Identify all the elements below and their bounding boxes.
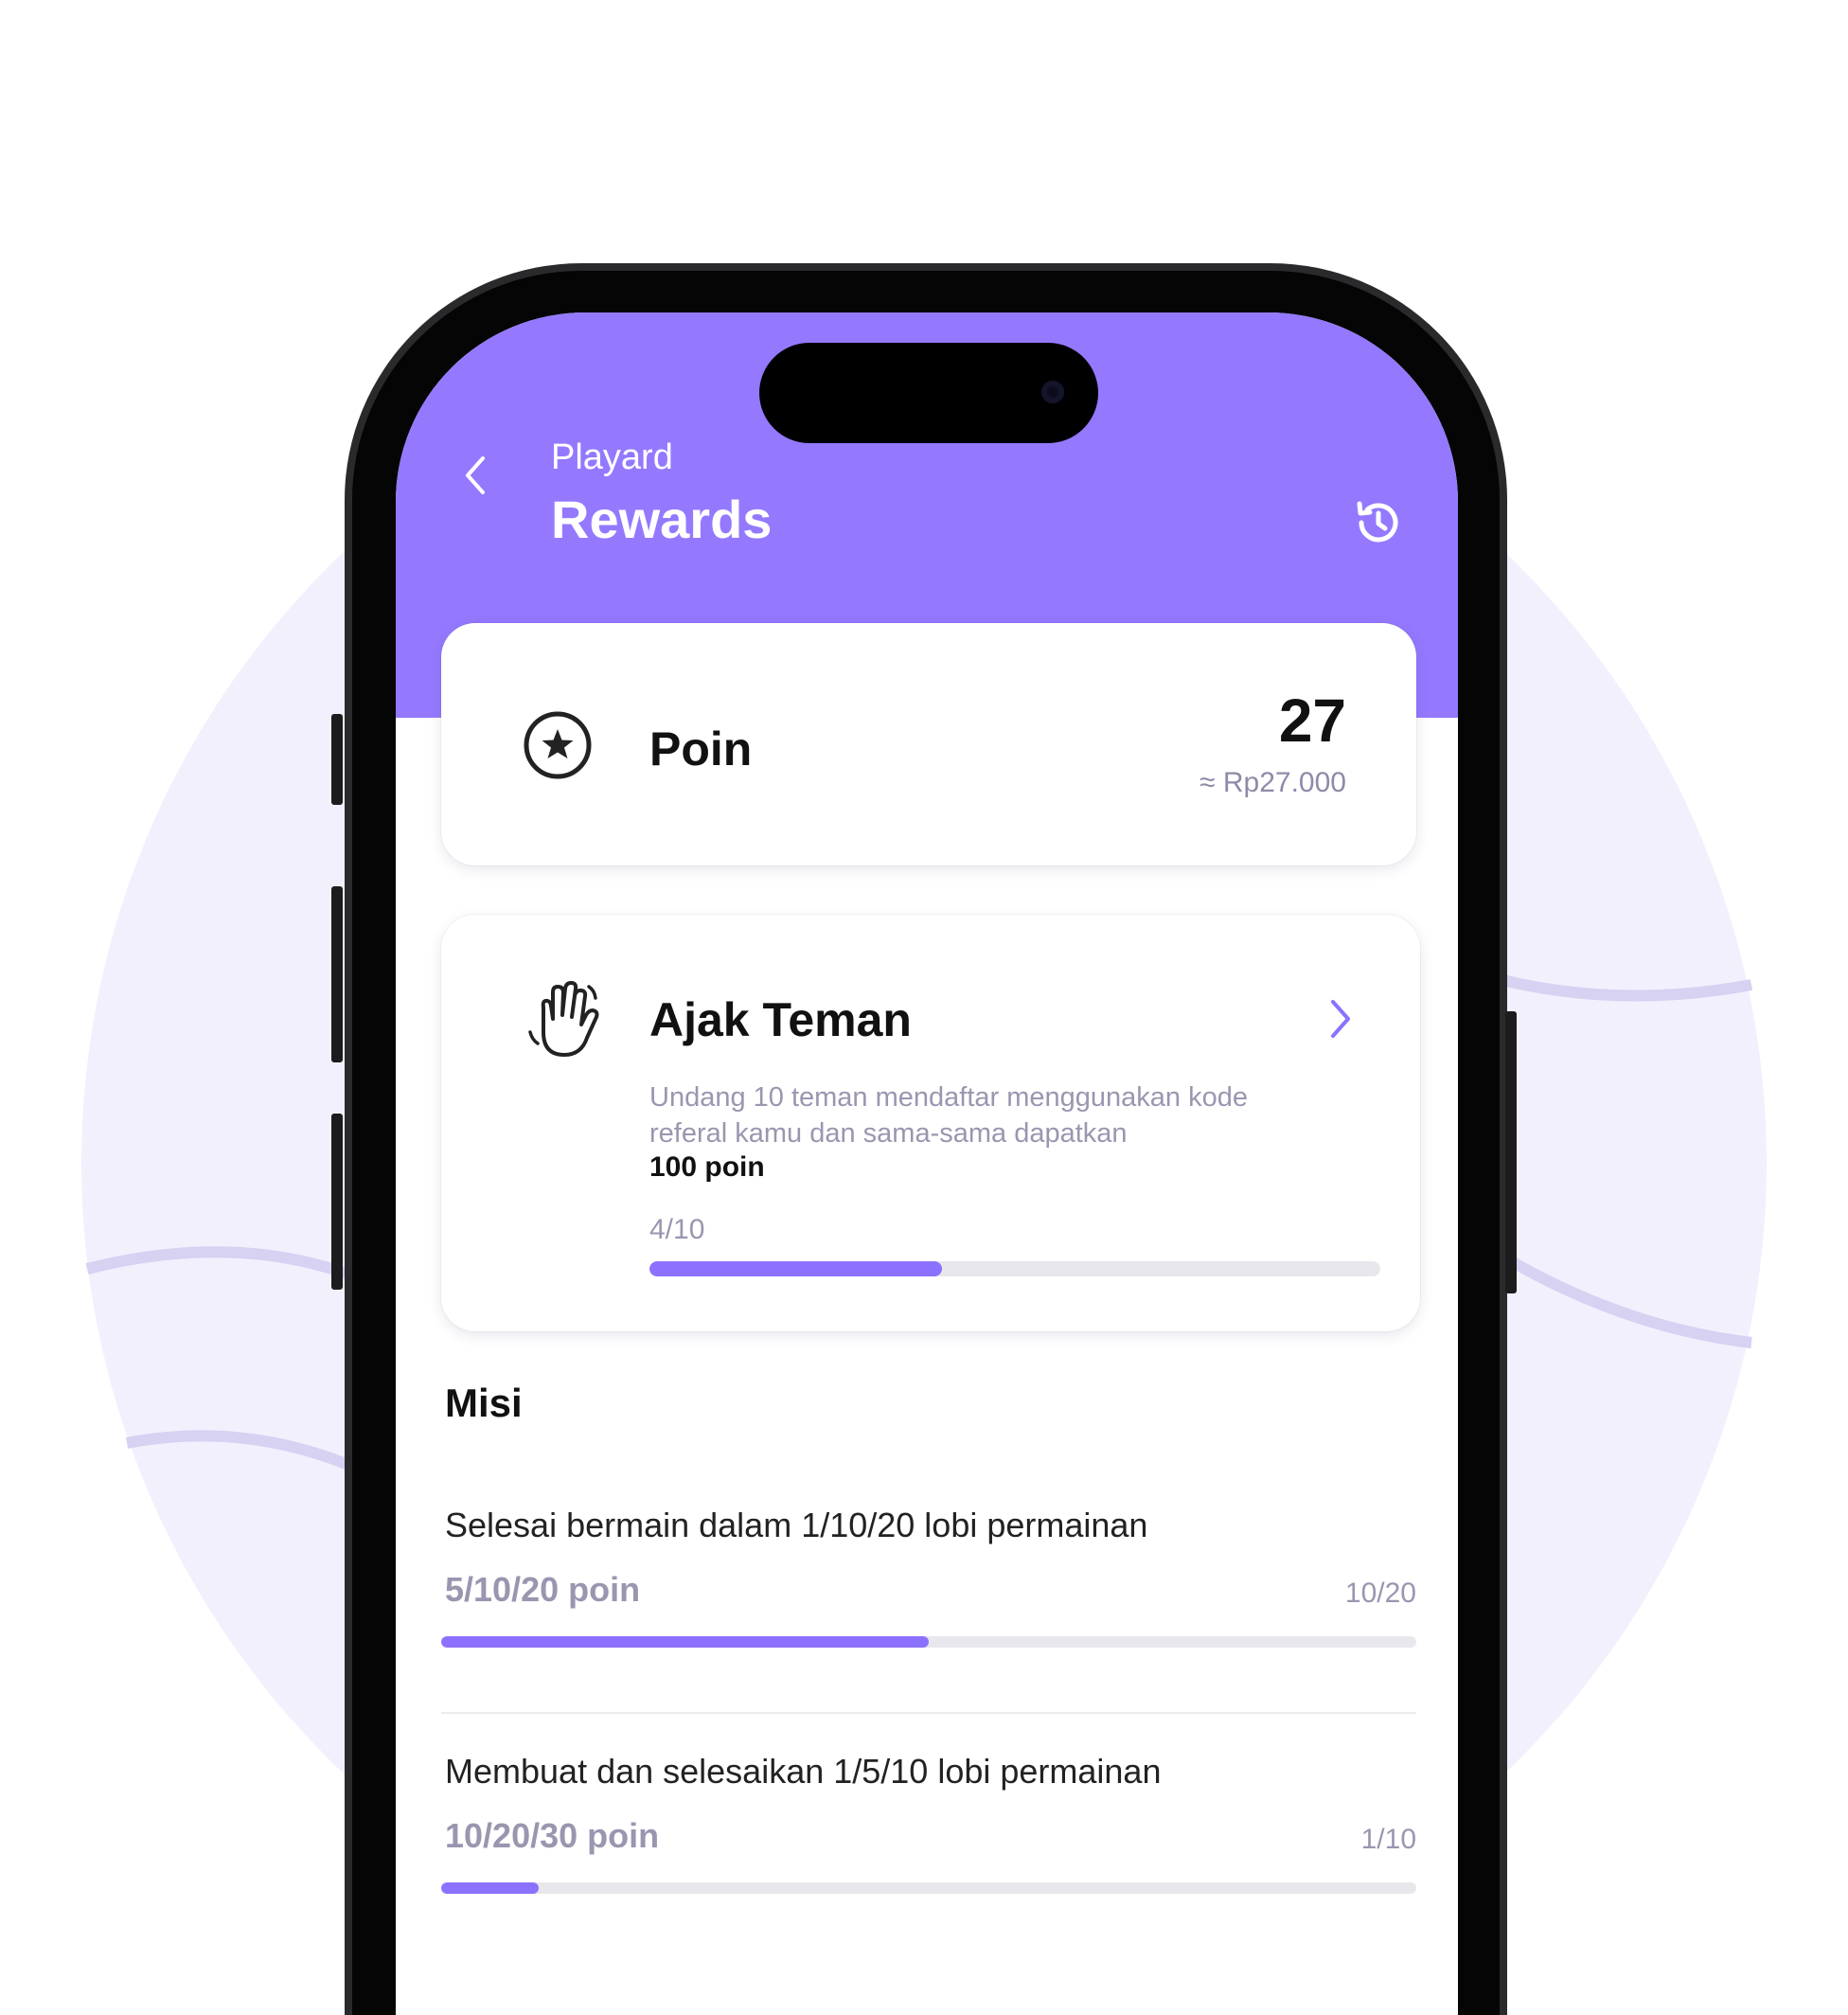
missions-section-title: Misi [445, 1381, 523, 1425]
front-camera [1041, 381, 1064, 403]
mission-count: 1/10 [1360, 1824, 1416, 1855]
referral-description: Undang 10 teman mendaftar menggunakan ko… [649, 1082, 1248, 1149]
mission-count: 10/20 [1344, 1578, 1416, 1609]
phone-volume-up-button [331, 886, 343, 1062]
phone-screen: Playard Rewards Poin 27 ≈ Rp27.000 Ajak … [396, 312, 1458, 2015]
mission-title: Selesai bermain dalam 1/10/20 lobi perma… [445, 1506, 1148, 1544]
referral-title: Ajak Teman [649, 993, 912, 1046]
chevron-right-icon[interactable] [1322, 990, 1359, 1047]
phone-power-button [1505, 1011, 1517, 1293]
chevron-left-icon [466, 456, 485, 494]
mission-title: Membuat dan selesaikan 1/5/10 lobi perma… [445, 1752, 1162, 1791]
history-button[interactable] [1352, 496, 1405, 549]
dynamic-island [759, 343, 1098, 443]
page-title: Rewards [551, 490, 773, 549]
phone-action-button [331, 714, 343, 805]
points-card[interactable]: Poin 27 ≈ Rp27.000 [441, 623, 1416, 865]
referral-progress-text: 4/10 [649, 1214, 705, 1245]
mission-progress-bar [441, 1636, 1416, 1648]
mission-item[interactable]: Membuat dan selesaikan 1/5/10 lobi perma… [441, 1752, 1416, 1913]
waving-hand-icon [528, 981, 599, 1057]
referral-progress-bar [649, 1261, 1380, 1276]
mission-progress-fill [441, 1636, 929, 1648]
mission-reward: 5/10/20 poin [445, 1570, 641, 1609]
divider [441, 1712, 1416, 1714]
history-icon [1357, 501, 1398, 543]
referral-card[interactable]: Ajak Teman Undang 10 teman mendaftar men… [441, 915, 1420, 1331]
referral-reward: 100 poin [649, 1151, 765, 1183]
mission-progress-bar [441, 1882, 1416, 1894]
back-button[interactable] [453, 445, 500, 502]
referral-progress-fill [649, 1261, 942, 1276]
phone-volume-down-button [331, 1114, 343, 1290]
mission-progress-fill [441, 1882, 539, 1894]
mission-reward: 10/20/30 poin [445, 1816, 660, 1855]
mission-item[interactable]: Selesai bermain dalam 1/10/20 lobi perma… [441, 1506, 1416, 1657]
points-label: Poin [649, 722, 753, 776]
points-value: 27 [1278, 687, 1346, 755]
app-name: Playard [551, 437, 673, 477]
star-circle-icon [524, 711, 592, 779]
points-rupiah-equivalent: ≈ Rp27.000 [1199, 767, 1346, 798]
